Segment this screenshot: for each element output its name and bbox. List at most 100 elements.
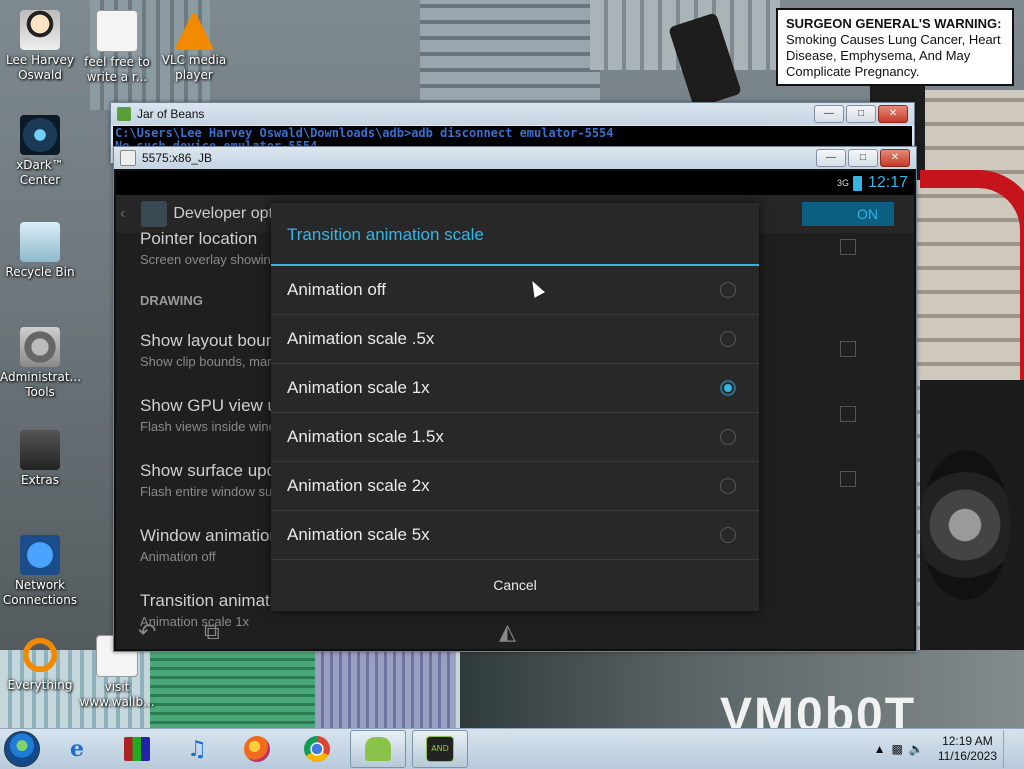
radio-button[interactable] (720, 478, 736, 494)
taskbar: e ♫ AND ▲ ▩ 🔈 12:19 AM 11/16/2023 (0, 728, 1024, 769)
background-building (315, 650, 455, 730)
emulator-titlebar[interactable]: 5575:x86_JB — □ ✕ (114, 147, 916, 169)
desktop-icon-text-file[interactable]: feel free to write a r... (77, 10, 157, 85)
option-label: Animation scale 1.5x (287, 427, 444, 446)
desktop-icon-lee-harvey-oswald[interactable]: Lee Harvey Oswald (0, 10, 80, 83)
radio-button[interactable] (720, 429, 736, 445)
developer-options-toggle[interactable]: ON (802, 202, 894, 226)
radio-button-selected[interactable] (720, 380, 736, 396)
home-icon[interactable]: ◭ (499, 620, 516, 645)
person-icon (20, 10, 60, 50)
surgeon-general-warning: SURGEON GENERAL'S WARNING: Smoking Cause… (776, 8, 1014, 86)
close-button[interactable]: ✕ (880, 149, 910, 167)
emulator-window-title: 5575:x86_JB (142, 151, 213, 165)
background-building (420, 0, 600, 100)
radio-button[interactable] (720, 331, 736, 347)
start-button[interactable] (0, 729, 44, 769)
music-note-icon: ♫ (187, 736, 207, 762)
maximize-button[interactable]: □ (848, 149, 878, 167)
jar-of-beans-icon (117, 107, 131, 121)
option-label: Animation scale 2x (287, 476, 430, 495)
transition-animation-dialog: Transition animation scale Animation off… (271, 203, 759, 611)
settings-app-icon (141, 201, 168, 227)
cmd-window-title: Jar of Beans (137, 107, 205, 121)
setting-checkbox[interactable] (840, 239, 856, 255)
android-icon (365, 737, 391, 761)
desktop-icon-label: Administrat... Tools (0, 370, 81, 399)
network-globe-icon (20, 535, 60, 575)
xdark-icon (20, 115, 60, 155)
warning-heading: SURGEON GENERAL'S WARNING: (786, 16, 1002, 31)
recycle-bin-icon (20, 222, 60, 262)
android-emulator-icon: AND (426, 736, 454, 762)
desktop-icon-extras[interactable]: Extras (0, 430, 80, 488)
option-label: Animation off (287, 280, 386, 299)
clock-date: 11/16/2023 (937, 749, 997, 763)
desktop-icon-label: visit www.wallb... (79, 680, 155, 709)
setting-checkbox[interactable] (840, 341, 856, 357)
taskbar-music[interactable]: ♫ (170, 731, 224, 767)
battery-icon (852, 175, 862, 191)
desktop-icon-network-connections[interactable]: Network Connections (0, 535, 80, 608)
desktop-icon-xdark[interactable]: xDark™ Center (0, 115, 80, 188)
desktop-icon-admin-tools[interactable]: Administrat... Tools (0, 327, 81, 400)
chrome-icon (304, 736, 330, 762)
desktop-icon-vlc[interactable]: VLC media player (154, 10, 234, 83)
desktop-icon-label: Extras (21, 473, 59, 487)
archive-icon (124, 737, 150, 761)
back-caret-icon[interactable]: ‹ (120, 205, 125, 223)
background-red-shape (920, 170, 1024, 398)
taskbar-chrome[interactable] (290, 731, 344, 767)
option-animation-scale-2x[interactable]: Animation scale 2x (271, 462, 759, 511)
android-status-bar: 3G 12:17 (116, 171, 914, 195)
internet-explorer-icon: e (70, 736, 84, 762)
section-header: DRAWING (140, 293, 203, 308)
desktop-icon-everything[interactable]: Everything (0, 635, 80, 693)
cancel-button[interactable]: Cancel (271, 560, 759, 610)
taskbar-android-sdk[interactable] (350, 730, 406, 768)
document-icon (96, 10, 138, 52)
option-label: Animation scale .5x (287, 329, 435, 348)
desktop-icon-label: Lee Harvey Oswald (6, 53, 74, 82)
desktop-icon-label: Network Connections (2, 578, 78, 607)
android-nav-bar: ↶ ⧉ ◭ (116, 617, 914, 649)
warning-text: Smoking Causes Lung Cancer, Heart Diseas… (786, 32, 1001, 79)
window-app-icon (120, 150, 136, 166)
vlc-cone-icon (174, 10, 214, 50)
status-time: 12:17 (867, 174, 908, 191)
show-hidden-icons-icon[interactable]: ▲ (874, 742, 886, 756)
windows-orb-icon (4, 731, 40, 767)
clock[interactable]: 12:19 AM 11/16/2023 (938, 734, 997, 764)
system-tray: ▲ ▩ 🔈 12:19 AM 11/16/2023 (874, 730, 1024, 768)
setting-checkbox[interactable] (840, 471, 856, 487)
volume-muted-icon[interactable]: 🔈 (909, 742, 924, 756)
option-label: Animation scale 1x (287, 378, 430, 397)
search-magnifier-icon (20, 635, 60, 675)
folder-icon (20, 430, 60, 470)
radio-button[interactable] (720, 282, 736, 298)
recent-apps-icon[interactable]: ⧉ (204, 620, 220, 645)
minimize-button[interactable]: — (816, 149, 846, 167)
minimize-button[interactable]: — (814, 105, 844, 123)
radio-button[interactable] (720, 527, 736, 543)
cmd-window-titlebar[interactable]: Jar of Beans — □ ✕ (111, 103, 914, 125)
option-animation-scale-1.5x[interactable]: Animation scale 1.5x (271, 413, 759, 462)
taskbar-firefox[interactable] (230, 731, 284, 767)
option-animation-off[interactable]: Animation off (271, 266, 759, 315)
close-button[interactable]: ✕ (878, 105, 908, 123)
maximize-button[interactable]: □ (846, 105, 876, 123)
back-icon[interactable]: ↶ (138, 620, 156, 645)
setting-checkbox[interactable] (840, 406, 856, 422)
show-desktop-button[interactable] (1003, 730, 1014, 768)
option-animation-scale-5x[interactable]: Animation scale 5x (271, 511, 759, 560)
dialog-title: Transition animation scale (271, 203, 759, 266)
option-animation-scale-0.5x[interactable]: Animation scale .5x (271, 315, 759, 364)
taskbar-winrar[interactable] (110, 731, 164, 767)
option-animation-scale-1x[interactable]: Animation scale 1x (271, 364, 759, 413)
network-icon[interactable]: ▩ (892, 742, 903, 756)
taskbar-emulator[interactable]: AND (412, 730, 468, 768)
clock-time: 12:19 AM (942, 734, 993, 748)
desktop-icon-label: Recycle Bin (5, 265, 75, 279)
taskbar-internet-explorer[interactable]: e (50, 731, 104, 767)
desktop-icon-recycle-bin[interactable]: Recycle Bin (0, 222, 80, 280)
